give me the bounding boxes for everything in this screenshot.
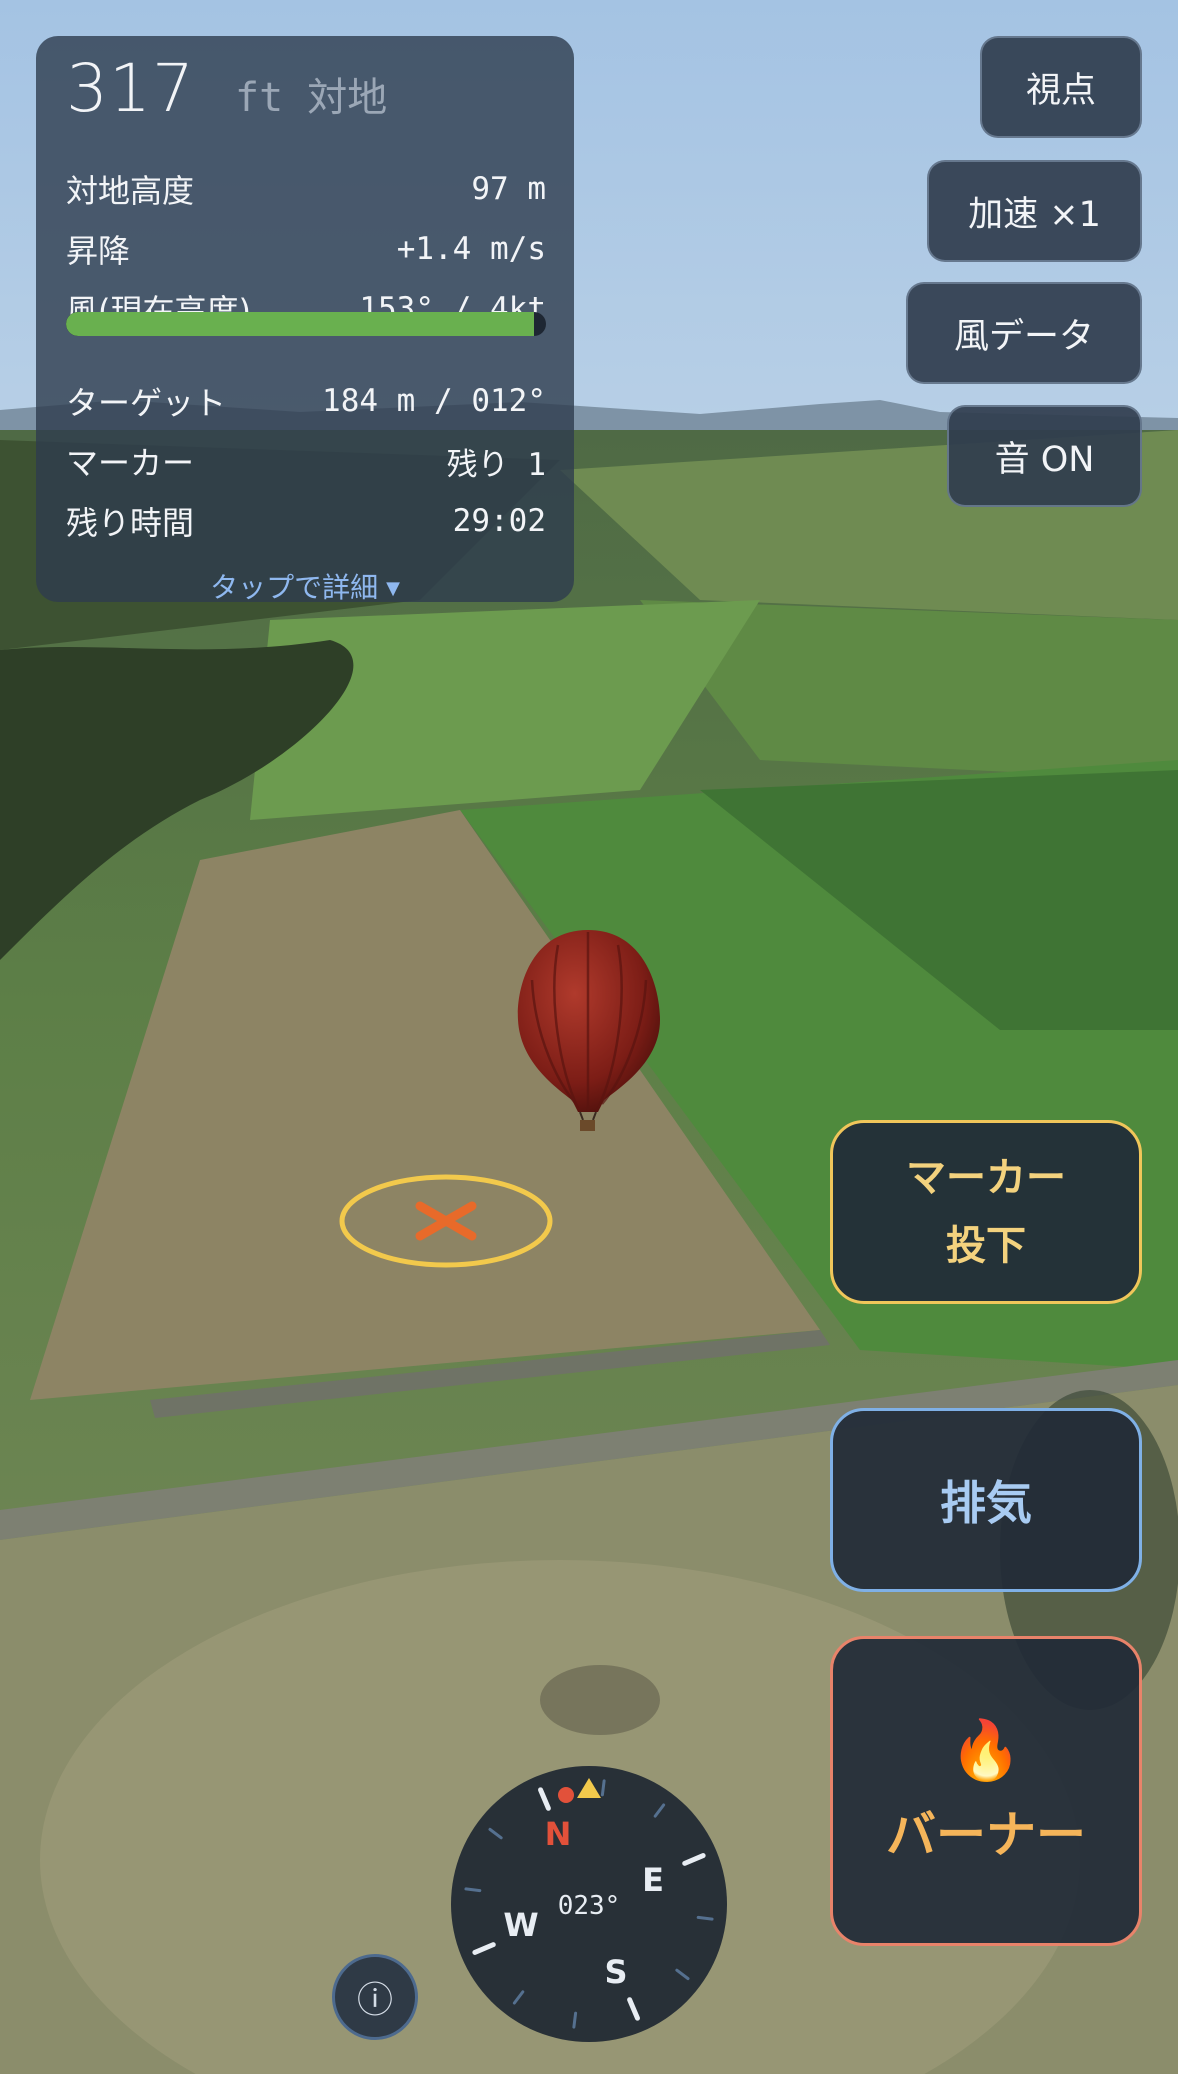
altitude-readout: 317 ft 対地 (66, 50, 387, 127)
compass-heading: 023° (558, 1891, 621, 1921)
view-button[interactable]: 視点 (980, 36, 1142, 138)
compass: N E S W 023° (451, 1766, 727, 2042)
detail-label: タップで詳細 (210, 571, 379, 604)
compass-minor-tick (653, 1803, 666, 1818)
burner-label: バーナー (886, 1805, 1086, 1864)
compass-minor-tick (572, 2011, 578, 2029)
target-value: 184 m / 012° (322, 383, 546, 419)
vario-label: 昇降 (66, 232, 131, 270)
info-icon: ⓘ (356, 1980, 393, 2021)
speed-button[interactable]: 加速 ×1 (927, 160, 1142, 262)
agl-label: 対地高度 (66, 172, 195, 210)
agl-row: 対地高度 97 m (66, 164, 546, 214)
compass-minor-tick (600, 1779, 606, 1797)
fuel-bar-fill (66, 312, 534, 336)
time-row: 残り時間 29:02 (66, 496, 546, 546)
marker-value: 残り 1 (446, 446, 546, 483)
marker-drop-label-2: 投下 (946, 1223, 1026, 1269)
compass-major-tick (682, 1853, 706, 1866)
compass-w: W (503, 1906, 538, 1944)
target-bearing-dot-icon (558, 1787, 574, 1803)
altitude-value: 317 (66, 50, 195, 127)
compass-major-tick (538, 1787, 551, 1811)
compass-major-tick (627, 1997, 640, 2021)
heading-pointer-icon (577, 1778, 601, 1798)
sound-button[interactable]: 音 ON (947, 405, 1142, 507)
compass-e: E (642, 1861, 664, 1899)
detail-toggle[interactable]: タップで詳細 ▼ (36, 566, 574, 606)
agl-value: 97 m (471, 171, 546, 207)
chevron-down-icon: ▼ (386, 578, 400, 599)
marker-row: マーカー 残り 1 (66, 436, 546, 486)
info-button[interactable]: ⓘ (332, 1954, 418, 2040)
marker-label: マーカー (66, 444, 195, 482)
altitude-unit: ft 対地 (234, 75, 388, 121)
compass-s: S (604, 1953, 627, 1991)
flight-info-panel[interactable]: 317 ft 対地 対地高度 97 m 昇降 +1.4 m/s 風(現在高度) … (36, 36, 574, 604)
vent-button[interactable]: 排気 (830, 1408, 1142, 1592)
compass-major-tick (472, 1942, 496, 1955)
compass-minor-tick (488, 1827, 503, 1840)
burner-button[interactable]: 🔥 バーナー (830, 1636, 1142, 1946)
time-value: 29:02 (452, 503, 546, 539)
compass-dial: N E S W 023° (464, 1778, 714, 2029)
flame-icon: 🔥 (949, 1715, 1023, 1784)
marker-drop-label-1: マーカー (906, 1155, 1066, 1201)
wind-data-button[interactable]: 風データ (906, 282, 1142, 384)
vario-row: 昇降 +1.4 m/s (66, 224, 546, 274)
vario-value: +1.4 m/s (396, 231, 546, 267)
fuel-bar (66, 312, 546, 336)
time-label: 残り時間 (66, 504, 195, 542)
compass-minor-tick (464, 1887, 482, 1893)
compass-minor-tick (512, 1990, 525, 2005)
marker-drop-button[interactable]: マーカー 投下 (830, 1120, 1142, 1304)
vent-label: 排気 (940, 1476, 1032, 1530)
compass-minor-tick (675, 1968, 690, 1981)
target-row: ターゲット 184 m / 012° (66, 376, 546, 426)
compass-minor-tick (696, 1915, 714, 1921)
compass-n: N (545, 1815, 572, 1853)
target-label: ターゲット (66, 384, 227, 422)
